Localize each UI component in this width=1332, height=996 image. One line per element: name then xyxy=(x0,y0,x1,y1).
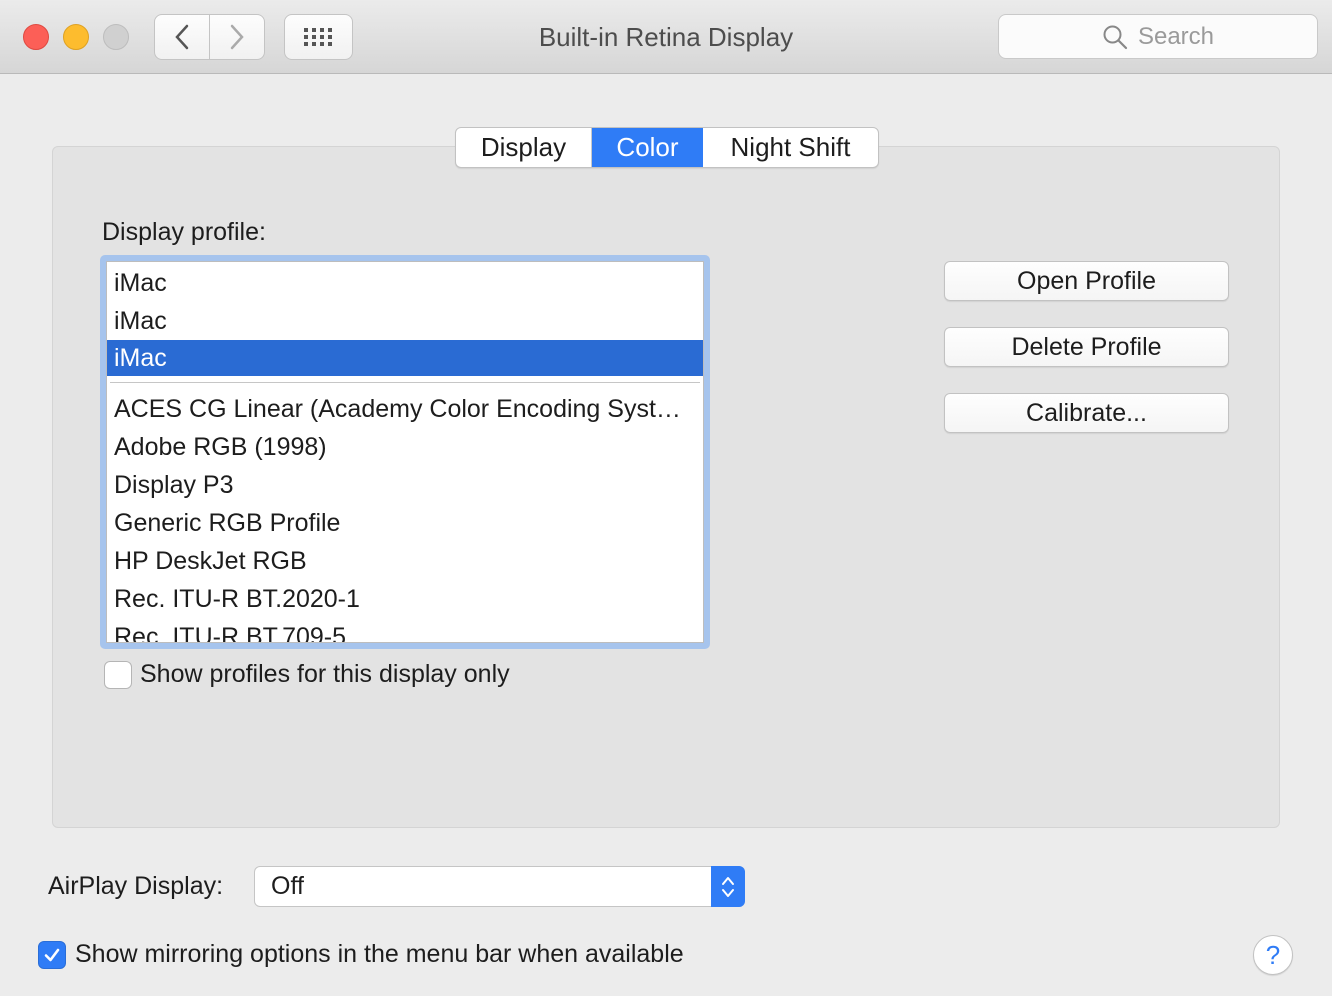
checkmark-icon xyxy=(44,948,60,962)
mirroring-checkbox[interactable] xyxy=(38,941,66,969)
list-item[interactable]: Generic RGB Profile xyxy=(107,504,703,542)
profile-list[interactable]: iMac iMac iMac ACES CG Linear (Academy C… xyxy=(100,255,710,649)
display-profile-label: Display profile: xyxy=(102,218,266,246)
open-profile-button[interactable]: Open Profile xyxy=(944,261,1229,301)
calibrate-button[interactable]: Calibrate... xyxy=(944,393,1229,433)
list-item[interactable]: Rec. ITU-R BT.709-5 xyxy=(107,618,703,642)
tab-display[interactable]: Display xyxy=(456,128,592,167)
list-separator xyxy=(110,382,700,383)
show-profiles-checkbox[interactable] xyxy=(104,661,132,689)
list-item[interactable]: iMac xyxy=(107,264,703,302)
list-item[interactable]: Adobe RGB (1998) xyxy=(107,428,703,466)
airplay-display-select[interactable]: Off xyxy=(254,866,745,907)
list-item[interactable]: Rec. ITU-R BT.2020-1 xyxy=(107,580,703,618)
select-arrows-icon xyxy=(711,866,745,907)
list-item[interactable]: ACES CG Linear (Academy Color Encoding S… xyxy=(107,390,703,428)
show-profiles-label: Show profiles for this display only xyxy=(140,660,510,688)
tab-bar: Display Color Night Shift xyxy=(455,127,879,168)
help-button[interactable]: ? xyxy=(1253,935,1293,975)
search-placeholder: Search xyxy=(1137,22,1215,50)
list-item[interactable]: HP DeskJet RGB xyxy=(107,542,703,580)
search-icon xyxy=(1103,25,1128,49)
mirroring-label: Show mirroring options in the menu bar w… xyxy=(75,940,684,968)
list-item[interactable]: Display P3 xyxy=(107,466,703,504)
delete-profile-button[interactable]: Delete Profile xyxy=(944,327,1229,367)
tab-night-shift[interactable]: Night Shift xyxy=(703,128,878,167)
search-field[interactable]: Search xyxy=(998,14,1318,59)
profile-list-content: iMac iMac iMac ACES CG Linear (Academy C… xyxy=(106,261,704,643)
airplay-display-value: Off xyxy=(271,872,304,900)
tab-color[interactable]: Color xyxy=(592,128,703,167)
title-bar: Built-in Retina Display Search xyxy=(0,0,1332,74)
list-item[interactable]: iMac xyxy=(107,302,703,340)
list-item-selected[interactable]: iMac xyxy=(107,340,703,376)
airplay-display-label: AirPlay Display: xyxy=(48,872,224,900)
